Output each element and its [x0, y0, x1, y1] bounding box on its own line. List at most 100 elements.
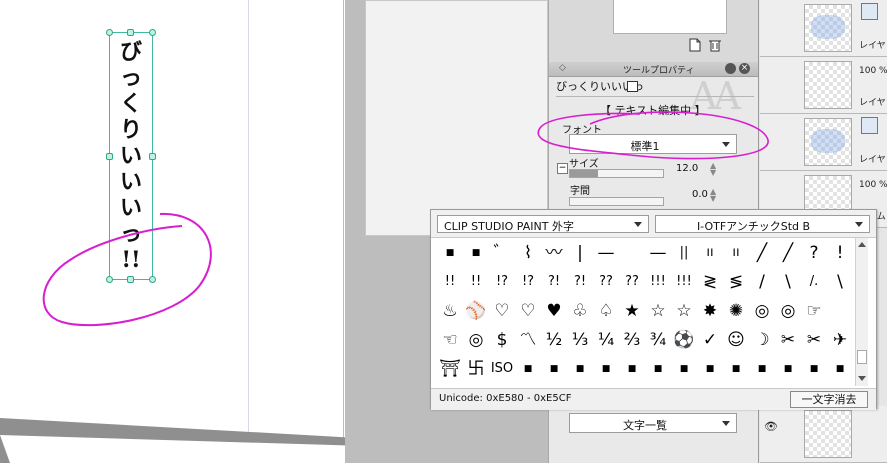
- palette-char[interactable]: |: [567, 240, 593, 266]
- palette-char[interactable]: ✺: [723, 298, 749, 324]
- palette-char[interactable]: !!: [463, 269, 489, 295]
- layer-row[interactable]: 100 % レイヤ: [760, 57, 887, 114]
- palette-char[interactable]: ✂: [775, 327, 801, 353]
- palette-char[interactable]: ■: [827, 356, 853, 382]
- palette-char[interactable]: ◎: [775, 298, 801, 324]
- palette-char[interactable]: ■: [567, 356, 593, 382]
- palette-char[interactable]: ≷: [697, 269, 723, 295]
- palette-char[interactable]: ?!: [567, 269, 593, 295]
- palette-char[interactable]: ♨: [437, 298, 463, 324]
- font-select[interactable]: I-OTFアンチックStd B: [655, 215, 870, 233]
- palette-char[interactable]: ?!: [541, 269, 567, 295]
- palette-char[interactable]: ■: [541, 356, 567, 382]
- palette-char[interactable]: ☺: [723, 327, 749, 353]
- palette-char[interactable]: ⅔: [619, 327, 645, 353]
- palette-char[interactable]: ■: [697, 356, 723, 382]
- collapse-icon[interactable]: ◇: [559, 63, 566, 73]
- palette-char[interactable]: ■: [801, 356, 827, 382]
- palette-char[interactable]: ╱: [749, 240, 775, 266]
- transform-handle[interactable]: [127, 29, 134, 36]
- checkbox-icon[interactable]: [627, 81, 638, 92]
- transform-handle[interactable]: [149, 276, 156, 283]
- palette-char[interactable]: $: [489, 327, 515, 353]
- palette-char[interactable]: ⅓: [567, 327, 593, 353]
- palette-char[interactable]: !!!: [671, 269, 697, 295]
- palette-char[interactable]: ıı: [697, 240, 723, 266]
- palette-char[interactable]: ⚾: [463, 298, 489, 324]
- palette-char[interactable]: ゛: [489, 240, 515, 266]
- palette-char[interactable]: ★: [619, 298, 645, 324]
- close-icon[interactable]: ×: [739, 63, 750, 74]
- palette-char[interactable]: ıı: [723, 240, 749, 266]
- size-slider[interactable]: [569, 169, 664, 178]
- transform-handle[interactable]: [106, 276, 113, 283]
- font-dropdown[interactable]: 標準1: [569, 134, 737, 154]
- palette-char[interactable]: ✓: [697, 327, 723, 353]
- char-list-dropdown[interactable]: 文字一覧: [569, 413, 737, 433]
- palette-char[interactable]: ✂: [801, 327, 827, 353]
- palette-char[interactable]: ♧: [567, 298, 593, 324]
- palette-char[interactable]: —: [593, 240, 619, 266]
- palette-char[interactable]: [619, 240, 645, 266]
- transform-handle[interactable]: [149, 29, 156, 36]
- collapse-size-icon[interactable]: −: [557, 163, 568, 174]
- palette-char[interactable]: ⌇: [515, 240, 541, 266]
- palette-char[interactable]: ¾: [645, 327, 671, 353]
- transform-handle[interactable]: [106, 153, 113, 160]
- trash-icon[interactable]: [709, 37, 721, 52]
- palette-char[interactable]: !?: [489, 269, 515, 295]
- palette-char[interactable]: 〰: [541, 240, 567, 266]
- palette-char[interactable]: /.: [801, 269, 827, 295]
- new-page-icon[interactable]: [689, 37, 701, 52]
- palette-char[interactable]: ☆: [645, 298, 671, 324]
- palette-char[interactable]: ⛩: [437, 356, 463, 382]
- palette-char[interactable]: ♥: [541, 298, 567, 324]
- palette-char[interactable]: ♡: [489, 298, 515, 324]
- palette-char[interactable]: ✸: [697, 298, 723, 324]
- palette-char[interactable]: ||: [671, 240, 697, 266]
- palette-char[interactable]: ■: [515, 356, 541, 382]
- layer-row[interactable]: レイヤ: [760, 0, 887, 57]
- palette-char[interactable]: !!!: [645, 269, 671, 295]
- palette-char[interactable]: \: [775, 269, 801, 295]
- palette-char[interactable]: ¼: [593, 327, 619, 353]
- palette-char[interactable]: ⚽: [671, 327, 697, 353]
- palette-char[interactable]: ♤: [593, 298, 619, 324]
- palette-char[interactable]: ■: [593, 356, 619, 382]
- palette-char[interactable]: 〽: [515, 327, 541, 353]
- transform-handle[interactable]: [106, 29, 113, 36]
- palette-char[interactable]: ◎: [749, 298, 775, 324]
- palette-char[interactable]: ??: [593, 269, 619, 295]
- palette-char[interactable]: ☜: [437, 327, 463, 353]
- layer-row[interactable]: レイヤ: [760, 114, 887, 171]
- spacing-slider[interactable]: [569, 197, 664, 206]
- palette-char[interactable]: ISO: [489, 356, 515, 382]
- size-spinner-icon[interactable]: ▲ ▼: [710, 162, 716, 177]
- palette-char[interactable]: ✈: [827, 327, 853, 353]
- palette-char[interactable]: ■: [463, 240, 489, 266]
- scroll-down-icon[interactable]: [858, 376, 866, 381]
- palette-char[interactable]: ??: [619, 269, 645, 295]
- spacing-spinner-icon[interactable]: ▲ ▼: [710, 188, 716, 203]
- eye-icon[interactable]: 👁: [764, 420, 778, 433]
- palette-char[interactable]: ☽: [749, 327, 775, 353]
- charset-select[interactable]: CLIP STUDIO PAINT 外字: [437, 215, 649, 233]
- palette-char[interactable]: /: [749, 269, 775, 295]
- palette-char[interactable]: ■: [619, 356, 645, 382]
- palette-char[interactable]: ½: [541, 327, 567, 353]
- clear-char-button[interactable]: 一文字消去: [790, 391, 868, 408]
- palette-char[interactable]: ■: [437, 240, 463, 266]
- palette-char[interactable]: ╱: [775, 240, 801, 266]
- palette-char[interactable]: \: [827, 269, 853, 295]
- palette-scrollbar[interactable]: [855, 238, 868, 386]
- palette-char[interactable]: !?: [515, 269, 541, 295]
- palette-char[interactable]: ■: [775, 356, 801, 382]
- palette-char[interactable]: ■: [723, 356, 749, 382]
- palette-char[interactable]: —: [645, 240, 671, 266]
- palette-char[interactable]: [827, 298, 853, 324]
- vertical-text-box[interactable]: びっくりいいいっ!!: [109, 32, 153, 280]
- transform-handle[interactable]: [149, 153, 156, 160]
- palette-char[interactable]: !!: [437, 269, 463, 295]
- palette-char[interactable]: ■: [749, 356, 775, 382]
- scroll-up-icon[interactable]: [858, 242, 866, 247]
